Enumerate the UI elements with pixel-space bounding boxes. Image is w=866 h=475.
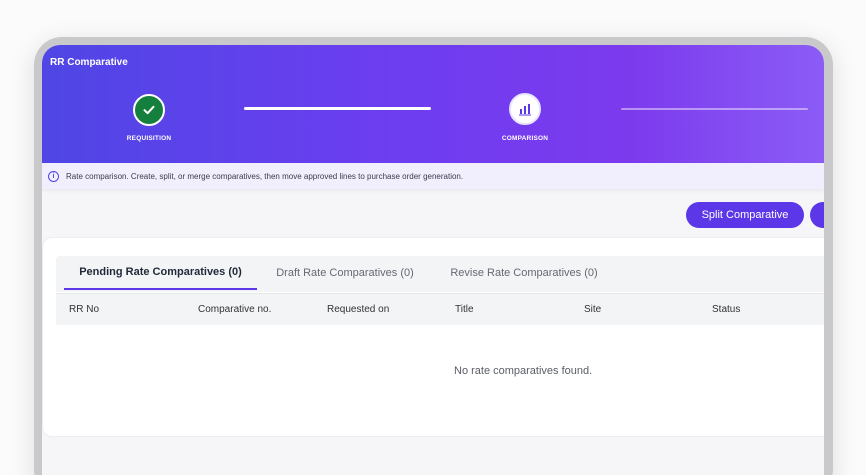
step-requisition[interactable] (133, 94, 165, 126)
step-label-requisition: REQUISITION (126, 135, 172, 142)
table-header: RR No Comparative no. Requested on Title… (56, 293, 824, 325)
column-header-site[interactable]: Site (584, 304, 601, 315)
bar-chart-icon (519, 104, 531, 116)
step-label-comparison: COMPARISON (501, 135, 549, 142)
app-title: RR Comparative (50, 57, 128, 68)
step-connector-pending (621, 108, 808, 110)
step-connector-complete (244, 107, 431, 110)
tab-draft[interactable]: Draft Rate Comparatives (0) (271, 256, 419, 290)
column-header-comparative-no[interactable]: Comparative no. (198, 304, 271, 315)
step-comparison[interactable] (509, 93, 541, 125)
column-header-title[interactable]: Title (455, 304, 474, 315)
app-screen: RR Comparative REQUISITION COMPARISON i … (42, 45, 824, 475)
info-bar: i Rate comparison. Create, split, or mer… (42, 163, 824, 189)
split-comparative-button[interactable]: Split Comparative (686, 202, 804, 228)
column-header-status[interactable]: Status (712, 304, 740, 315)
check-icon (143, 105, 155, 115)
column-header-rr-no[interactable]: RR No (69, 304, 99, 315)
comparatives-card: Pending Rate Comparatives (0) Draft Rate… (42, 237, 824, 437)
secondary-action-button[interactable] (810, 202, 824, 228)
tab-bar: Pending Rate Comparatives (0) Draft Rate… (56, 256, 824, 292)
info-text: Rate comparison. Create, split, or merge… (66, 171, 464, 181)
empty-state-message: No rate comparatives found. (454, 365, 593, 377)
tab-revise[interactable]: Revise Rate Comparatives (0) (444, 256, 604, 290)
tab-pending[interactable]: Pending Rate Comparatives (0) (64, 256, 257, 290)
column-header-requested-on[interactable]: Requested on (327, 304, 389, 315)
info-icon: i (48, 170, 59, 182)
header-banner: RR Comparative REQUISITION COMPARISON (42, 45, 824, 163)
